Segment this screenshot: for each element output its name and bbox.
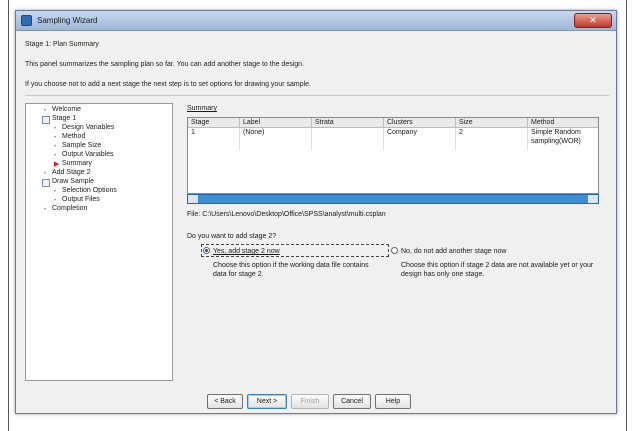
nav-item-selection-options[interactable]: • Selection Options bbox=[54, 187, 117, 195]
nav-item-design-variables[interactable]: • Design Variables bbox=[54, 124, 114, 132]
nav-item-add-stage-2[interactable]: • Add Stage 2 bbox=[44, 169, 91, 177]
nav-item-welcome[interactable]: • Welcome bbox=[44, 106, 81, 114]
no-option-description: Choose this option if stage 2 data are n… bbox=[401, 262, 594, 278]
yes-add-stage-radio[interactable]: Yes, add stage 2 now bbox=[203, 247, 280, 255]
tree-dot-icon: • bbox=[44, 207, 47, 213]
window-title: Sampling Wizard bbox=[37, 16, 98, 25]
tree-dot-icon: • bbox=[44, 108, 47, 114]
cancel-button[interactable]: Cancel bbox=[333, 394, 371, 409]
table-cell: Simple Random sampling(WOR) bbox=[531, 129, 581, 145]
column-header-strata[interactable]: Strata bbox=[312, 118, 384, 128]
table-cell: 2 bbox=[456, 128, 528, 150]
nav-item-output-variables[interactable]: • Output Variables bbox=[54, 151, 114, 159]
radio-unselected-icon[interactable] bbox=[391, 247, 398, 254]
header-separator bbox=[25, 95, 609, 96]
column-header-label[interactable]: Label bbox=[240, 118, 312, 128]
column-header-method[interactable]: Method bbox=[528, 118, 598, 128]
tree-dot-icon: • bbox=[54, 198, 57, 204]
radio-selected-icon[interactable] bbox=[203, 247, 210, 254]
nav-item-completion[interactable]: • Completion bbox=[44, 205, 87, 213]
panel-description: This panel summarizes the sampling plan … bbox=[25, 61, 305, 68]
stage-title: Stage 1: Plan Summary bbox=[25, 41, 99, 48]
main-panel: Summary Stage Label Strata Clusters Size… bbox=[179, 103, 609, 381]
app-icon bbox=[21, 15, 32, 26]
tree-dot-icon: • bbox=[54, 126, 57, 132]
summary-table[interactable]: Stage Label Strata Clusters Size Method … bbox=[187, 117, 599, 194]
table-cell: 1 bbox=[188, 128, 240, 150]
tree-dot-icon: • bbox=[54, 135, 57, 141]
nav-item-output-files[interactable]: • Output Files bbox=[54, 196, 100, 204]
title-bar[interactable]: Sampling Wizard ✕ bbox=[16, 11, 616, 31]
nav-item-summary[interactable]: ▶ Summary bbox=[54, 160, 92, 168]
table-cell: Company bbox=[384, 128, 456, 150]
column-header-size[interactable]: Size bbox=[456, 118, 528, 128]
no-add-stage-radio[interactable]: No, do not add another stage now bbox=[391, 247, 506, 255]
horizontal-scrollbar[interactable] bbox=[187, 194, 599, 204]
nav-item-stage-1[interactable]: Stage 1 bbox=[41, 115, 76, 124]
yes-option-description: Choose this option if the working data f… bbox=[213, 262, 369, 278]
next-step-hint: If you choose not to add a next stage th… bbox=[25, 81, 312, 88]
back-button[interactable]: < Back bbox=[207, 394, 243, 409]
table-cell bbox=[312, 128, 384, 150]
column-header-stage[interactable]: Stage bbox=[188, 118, 240, 128]
sampling-wizard-dialog: Sampling Wizard ✕ Stage 1: Plan Summary … bbox=[15, 10, 617, 414]
close-button[interactable]: ✕ bbox=[574, 13, 612, 28]
button-bar: < Back Next > Finish Cancel Help bbox=[16, 390, 616, 414]
help-button[interactable]: Help bbox=[375, 394, 411, 409]
summary-label: Summary bbox=[187, 105, 217, 112]
column-header-clusters[interactable]: Clusters bbox=[384, 118, 456, 128]
nav-item-sample-size[interactable]: • Sample Size bbox=[54, 142, 101, 150]
table-cell: (None) bbox=[240, 128, 312, 150]
tree-dot-icon: • bbox=[54, 189, 57, 195]
nav-item-method[interactable]: • Method bbox=[54, 133, 85, 141]
scroll-right-icon[interactable] bbox=[588, 195, 598, 203]
tree-dot-icon: • bbox=[54, 144, 57, 150]
file-path: File: C:\Users\Lenovo\Desktop\Office\SPS… bbox=[187, 211, 386, 218]
finish-button[interactable]: Finish bbox=[291, 394, 329, 409]
tree-dot-icon: • bbox=[54, 153, 57, 159]
scroll-left-icon[interactable] bbox=[188, 195, 198, 203]
wizard-nav-tree[interactable]: • Welcome Stage 1 • Design Variables • Meth… bbox=[25, 103, 173, 381]
nav-item-draw-sample[interactable]: Draw Sample bbox=[41, 178, 94, 187]
current-step-arrow-icon: ▶ bbox=[54, 161, 60, 168]
next-button[interactable]: Next > bbox=[247, 394, 287, 409]
tree-dot-icon: • bbox=[44, 171, 47, 177]
add-stage-question: Do you want to add stage 2? bbox=[187, 233, 277, 240]
